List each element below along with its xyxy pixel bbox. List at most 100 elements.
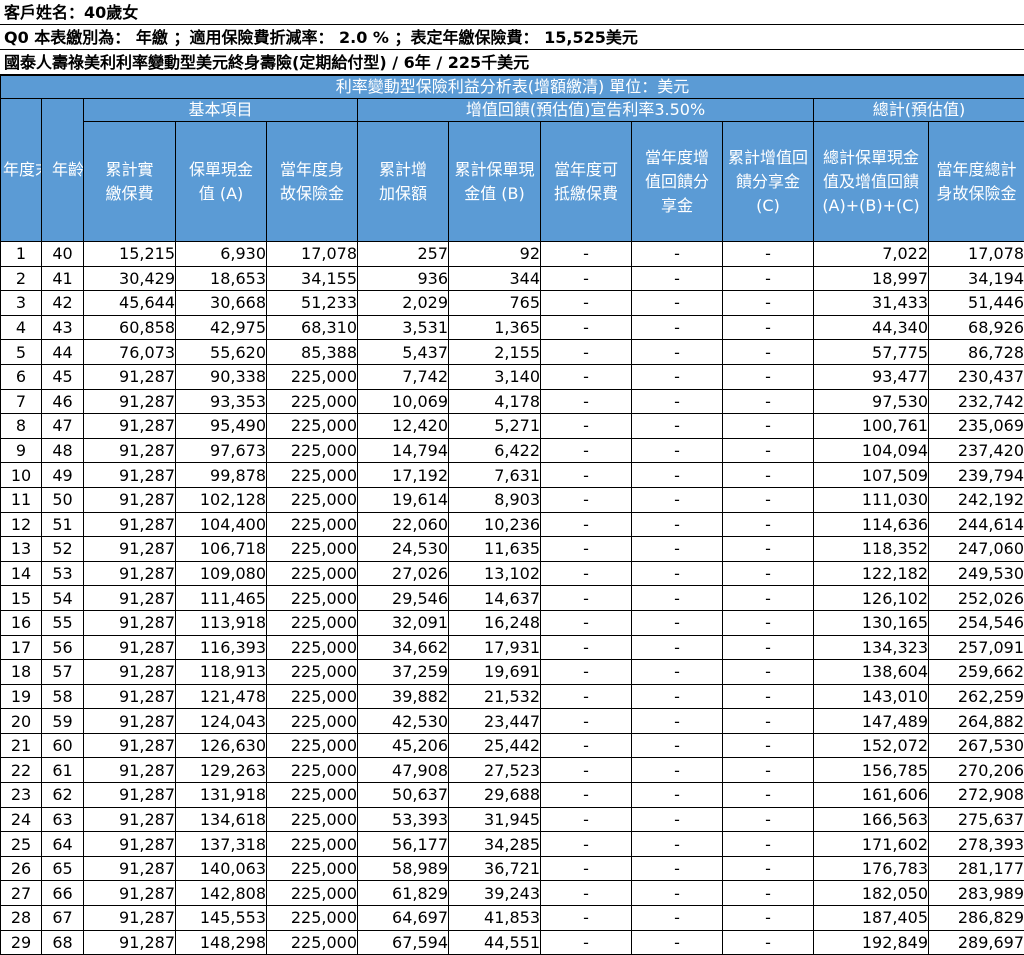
- table-row: 26 65 91,287 140,063 225,000 58,989 36,721- - -1…: [0, 855, 1024, 882]
- col-year-header: 年度末: [0, 98, 42, 242]
- cell-cum-share: -: [722, 314, 814, 341]
- cell-cum-premium: 91,287: [83, 880, 176, 907]
- col-age-header: 年齡: [41, 98, 84, 242]
- cell-cash-value: 148,298: [175, 929, 267, 955]
- cell-death-benefit: 225,000: [266, 486, 358, 513]
- cell-cash-value: 104,400: [175, 511, 267, 538]
- cell-cum-cash-b: 41,853: [448, 905, 541, 931]
- cell-total-death: 257,091: [927, 634, 1024, 661]
- cell-cum-share: -: [722, 462, 814, 488]
- cell-cum-share: -: [722, 708, 814, 734]
- cell-age: 62: [41, 782, 84, 808]
- cell-year: 25: [0, 831, 42, 857]
- col-total-value-header: 總計保單現金值及增值回饋 (A)+(B)+(C): [813, 121, 929, 242]
- cell-total-death: 264,882: [927, 708, 1024, 734]
- cell-death-benefit: 225,000: [266, 831, 358, 857]
- cell-age: 53: [41, 560, 84, 587]
- cell-cum-increase: 64,697: [357, 905, 449, 931]
- cell-age: 43: [41, 314, 84, 341]
- cell-year: 2: [0, 265, 42, 292]
- cell-total-death: 249,530: [927, 560, 1024, 587]
- cell-year-share: -: [631, 290, 723, 316]
- cell-deductible: -: [540, 413, 632, 439]
- cell-year-share: -: [631, 732, 723, 759]
- cell-cum-cash-b: 10,236: [448, 511, 541, 538]
- cell-year-share: -: [631, 339, 723, 365]
- cell-total-death: 259,662: [927, 659, 1024, 685]
- cell-death-benefit: 225,000: [266, 388, 358, 415]
- cell-deductible: -: [540, 732, 632, 759]
- cell-cum-increase: 22,060: [357, 511, 449, 538]
- cell-death-benefit: 225,000: [266, 363, 358, 390]
- cell-age: 54: [41, 585, 84, 611]
- cell-age: 68: [41, 929, 84, 955]
- cell-cum-increase: 27,026: [357, 560, 449, 587]
- cell-year-share: -: [631, 536, 723, 562]
- cell-cash-value: 121,478: [175, 683, 267, 710]
- cell-age: 45: [41, 363, 84, 390]
- cell-cum-increase: 56,177: [357, 831, 449, 857]
- cell-cum-cash-b: 39,243: [448, 880, 541, 907]
- cell-cum-share: -: [722, 437, 814, 464]
- cell-cum-share: -: [722, 831, 814, 857]
- col-death-benefit-header: 當年度身故保險金: [266, 121, 358, 242]
- cell-cum-share: -: [722, 560, 814, 587]
- table-row: 3 42 45,644 30,668 51,233 2,029 765- - -31,433 51…: [0, 290, 1024, 316]
- cell-cum-cash-b: 21,532: [448, 683, 541, 710]
- cell-cum-cash-b: 29,688: [448, 782, 541, 808]
- cell-cum-share: -: [722, 339, 814, 365]
- cell-cum-increase: 12,420: [357, 413, 449, 439]
- cell-year-share: -: [631, 388, 723, 415]
- cell-deductible: -: [540, 585, 632, 611]
- cell-year: 13: [0, 536, 42, 562]
- cell-total-death: 283,989: [927, 880, 1024, 907]
- cell-death-benefit: 34,155: [266, 265, 358, 292]
- col-total-death-header: 當年度總計身故保險金: [927, 121, 1024, 242]
- cell-total-value: 93,477: [813, 363, 929, 390]
- cell-total-death: 247,060: [927, 536, 1024, 562]
- cell-year-share: -: [631, 683, 723, 710]
- cell-total-death: 242,192: [927, 486, 1024, 513]
- spreadsheet: 客戶姓名：40歲女 Q0 本表繳別為： 年繳 ；適用保險費折減率： 2.0 % …: [0, 0, 1024, 955]
- cell-cum-share: -: [722, 683, 814, 710]
- cell-deductible: -: [540, 265, 632, 292]
- cell-deductible: -: [540, 536, 632, 562]
- cell-age: 40: [41, 241, 84, 267]
- cell-deductible: -: [540, 363, 632, 390]
- cell-age: 41: [41, 265, 84, 292]
- cell-death-benefit: 225,000: [266, 732, 358, 759]
- cell-cum-increase: 61,829: [357, 880, 449, 907]
- cell-cum-share: -: [722, 782, 814, 808]
- cell-year: 5: [0, 339, 42, 365]
- cell-cum-premium: 91,287: [83, 363, 176, 390]
- cell-cum-share: -: [722, 536, 814, 562]
- cell-death-benefit: 225,000: [266, 560, 358, 587]
- cell-year-share: -: [631, 314, 723, 341]
- col-cash-value-header: 保單現金值 (A): [175, 121, 267, 242]
- cell-total-death: 286,829: [927, 905, 1024, 931]
- cell-age: 60: [41, 732, 84, 759]
- cell-total-death: 270,206: [927, 757, 1024, 784]
- product-info-row: 國泰人壽祿美利利率變動型美元終身壽險(定期給付型) / 6年 / 225千美元: [0, 50, 1024, 75]
- cell-deductible: -: [540, 511, 632, 538]
- cell-cum-cash-b: 344: [448, 265, 541, 292]
- cell-year-share: -: [631, 462, 723, 488]
- table-row: 13 52 91,287 106,718 225,000 24,530 11,635- - -1…: [0, 536, 1024, 562]
- cell-death-benefit: 225,000: [266, 757, 358, 784]
- cell-death-benefit: 225,000: [266, 905, 358, 931]
- cell-total-value: 44,340: [813, 314, 929, 341]
- cell-death-benefit: 225,000: [266, 782, 358, 808]
- cell-cum-increase: 29,546: [357, 585, 449, 611]
- cell-cum-share: -: [722, 363, 814, 390]
- cell-cum-premium: 91,287: [83, 782, 176, 808]
- cell-year-share: -: [631, 757, 723, 784]
- table-row: 24 63 91,287 134,618 225,000 53,393 31,945- - -1…: [0, 806, 1024, 833]
- cell-total-value: 171,602: [813, 831, 929, 857]
- cell-deductible: -: [540, 462, 632, 488]
- cell-cum-premium: 91,287: [83, 511, 176, 538]
- cell-year: 8: [0, 413, 42, 439]
- cell-cum-premium: 91,287: [83, 757, 176, 784]
- cell-total-death: 262,259: [927, 683, 1024, 710]
- cell-cum-cash-b: 8,903: [448, 486, 541, 513]
- cell-cash-value: 99,878: [175, 462, 267, 488]
